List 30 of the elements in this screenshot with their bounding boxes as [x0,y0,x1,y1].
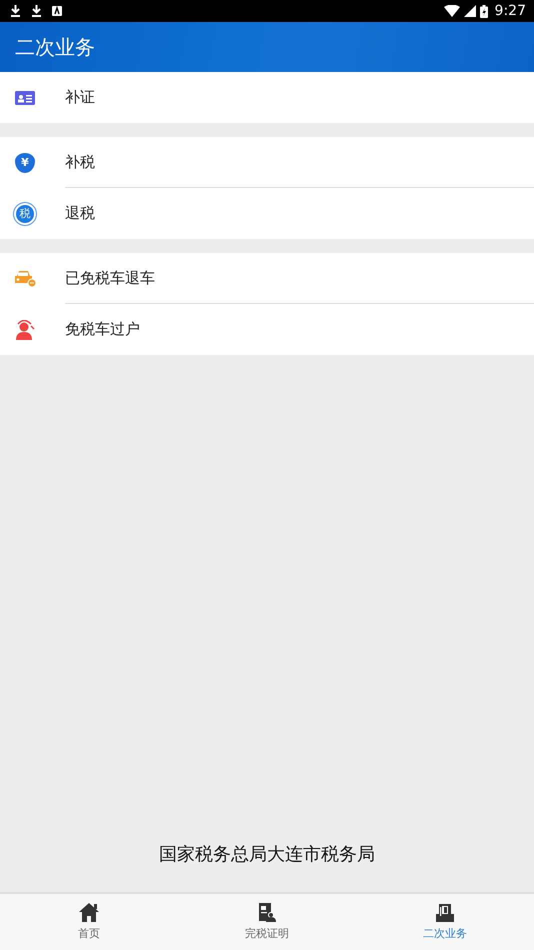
menu-item[interactable]: 已免税车退车 [0,253,534,304]
signal-icon [464,5,476,17]
tax-icon: 税 [16,204,34,222]
footer-text: 国家税务总局大连市税务局 [158,843,376,866]
menu-item[interactable]: 补证 [0,72,534,123]
download-icon [31,5,42,17]
money-bag-icon: ¥ [15,152,35,172]
menu-item-label: 已免税车退车 [65,269,155,288]
nav-tab[interactable]: 完税证明 [178,894,356,950]
menu-item[interactable]: 免税车过户 [0,304,534,355]
menu-item-label: 补税 [65,153,95,172]
notification-icon [52,6,62,16]
page-title: 二次业务 [15,34,95,60]
status-time: 9:27 [494,3,526,19]
download-icon [10,5,21,17]
menu-item[interactable]: ¥ 补税 [0,137,534,188]
home-icon [79,903,99,922]
menu-item-label: 补证 [65,88,95,107]
wifi-icon [444,5,460,17]
menu-item-label: 退税 [65,204,95,223]
id-card-icon [15,90,35,104]
files-icon [436,904,454,922]
nav-tab[interactable]: 首页 [0,894,178,950]
person-icon [15,320,35,340]
menu-item[interactable]: 税 退税 [0,188,534,239]
battery-icon [480,4,488,18]
document-icon [258,903,276,922]
car-icon [14,270,36,286]
menu-item-label: 免税车过户 [65,320,140,339]
nav-tab[interactable]: 二次业务 [356,894,534,950]
